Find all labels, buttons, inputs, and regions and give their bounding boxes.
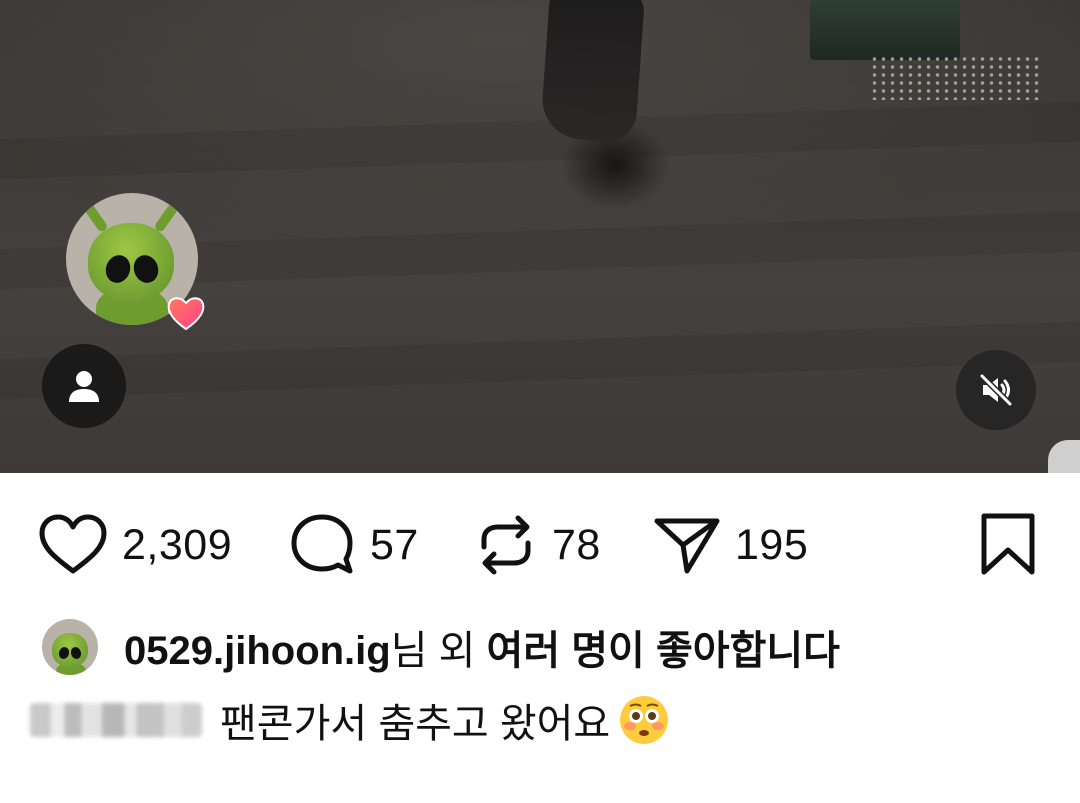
liker-avatar[interactable] bbox=[42, 619, 98, 675]
repost-icon bbox=[481, 515, 531, 575]
like-button[interactable]: 2,309 bbox=[38, 500, 232, 590]
person-icon bbox=[69, 371, 99, 402]
repost-count[interactable]: 78 bbox=[552, 521, 601, 570]
share-button[interactable]: 195 bbox=[653, 500, 808, 590]
repost-button[interactable]: 78 bbox=[474, 500, 601, 590]
action-bar: 2,309 57 78 195 bbox=[0, 500, 1080, 590]
caption-text: 팬콘가서 춤추고 왔어요 bbox=[220, 702, 611, 746]
author-username-blurred[interactable] bbox=[30, 703, 202, 737]
speaker-muted-icon bbox=[979, 373, 1013, 407]
boot-image bbox=[539, 0, 646, 144]
mute-button[interactable] bbox=[956, 350, 1036, 430]
likes-summary[interactable]: 0529.jihoon.ig님 외 여러 명이 좋아합니다 bbox=[42, 617, 840, 677]
bookmark-icon bbox=[981, 513, 1035, 575]
profile-button[interactable] bbox=[42, 344, 126, 428]
comment-count[interactable]: 57 bbox=[370, 521, 419, 570]
heart-icon bbox=[167, 297, 205, 331]
flushed-face-emoji bbox=[620, 696, 669, 744]
comment-button[interactable]: 57 bbox=[288, 500, 419, 590]
heart-outline-icon bbox=[39, 514, 107, 574]
post-media[interactable] bbox=[0, 0, 1080, 473]
paper-plane-icon bbox=[654, 518, 720, 574]
liker-username[interactable]: 0529.jihoon.ig bbox=[124, 629, 391, 673]
like-count[interactable]: 2,309 bbox=[122, 521, 232, 570]
caption: 팬콘가서 춤추고 왔어요 bbox=[30, 690, 670, 750]
likes-others[interactable]: 여러 명이 좋아합니다 bbox=[487, 629, 840, 673]
likes-suffix: 님 외 bbox=[390, 629, 487, 673]
share-count[interactable]: 195 bbox=[735, 521, 808, 570]
comment-bubble-icon bbox=[291, 514, 353, 574]
save-button[interactable] bbox=[980, 500, 1036, 590]
